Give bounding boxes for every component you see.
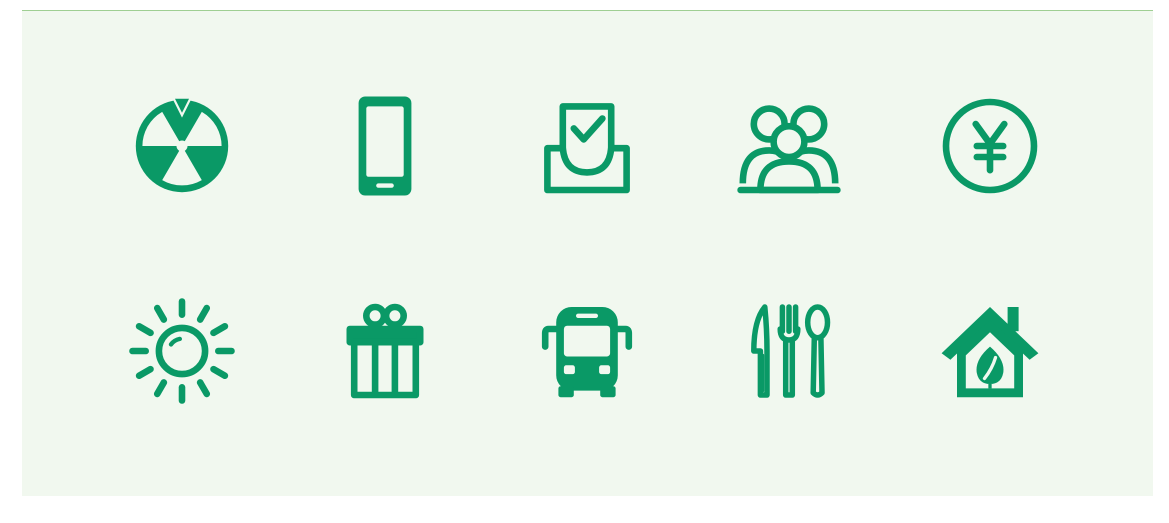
inbox-check-icon: [532, 91, 642, 201]
bus-icon: [532, 296, 642, 406]
sun-icon: [127, 296, 237, 406]
prize-wheel-icon: [127, 91, 237, 201]
smartphone-icon: [330, 91, 440, 201]
user-group-icon: [734, 91, 844, 201]
knife-fork-spoon-icon: [734, 296, 844, 406]
gift-box-icon: [330, 296, 440, 406]
eco-house-icon: [935, 296, 1045, 406]
yen-coin-icon: [935, 91, 1045, 201]
icon-panel: [22, 10, 1153, 496]
